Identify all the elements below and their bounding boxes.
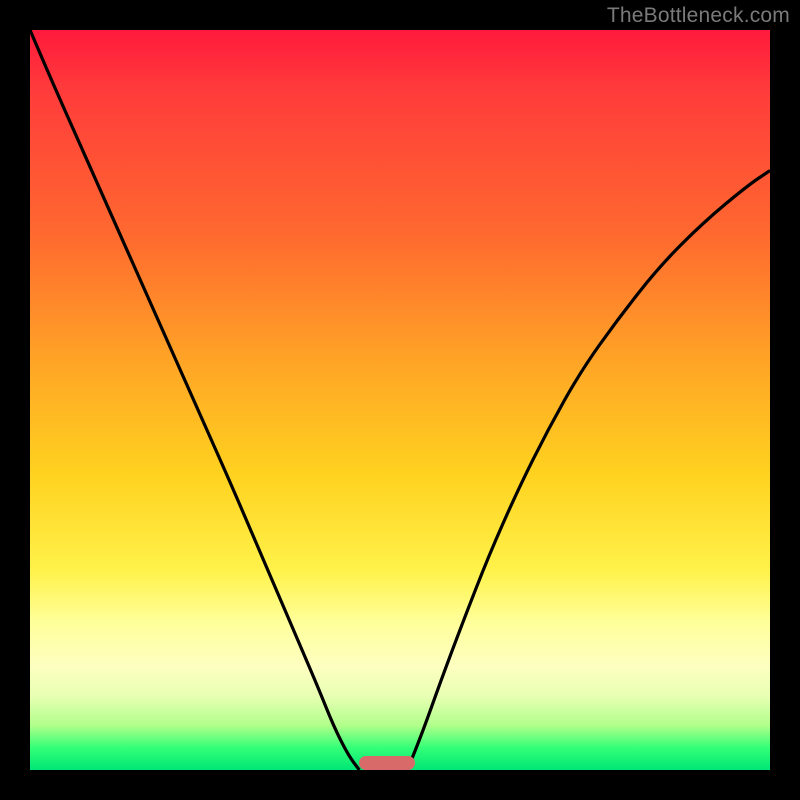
left-curve	[30, 30, 359, 770]
optimal-marker	[359, 756, 415, 770]
watermark-text: TheBottleneck.com	[607, 4, 790, 28]
chart-frame: TheBottleneck.com	[0, 0, 800, 800]
bottleneck-curves	[30, 30, 770, 770]
plot-area	[30, 30, 770, 770]
right-curve	[407, 171, 770, 770]
